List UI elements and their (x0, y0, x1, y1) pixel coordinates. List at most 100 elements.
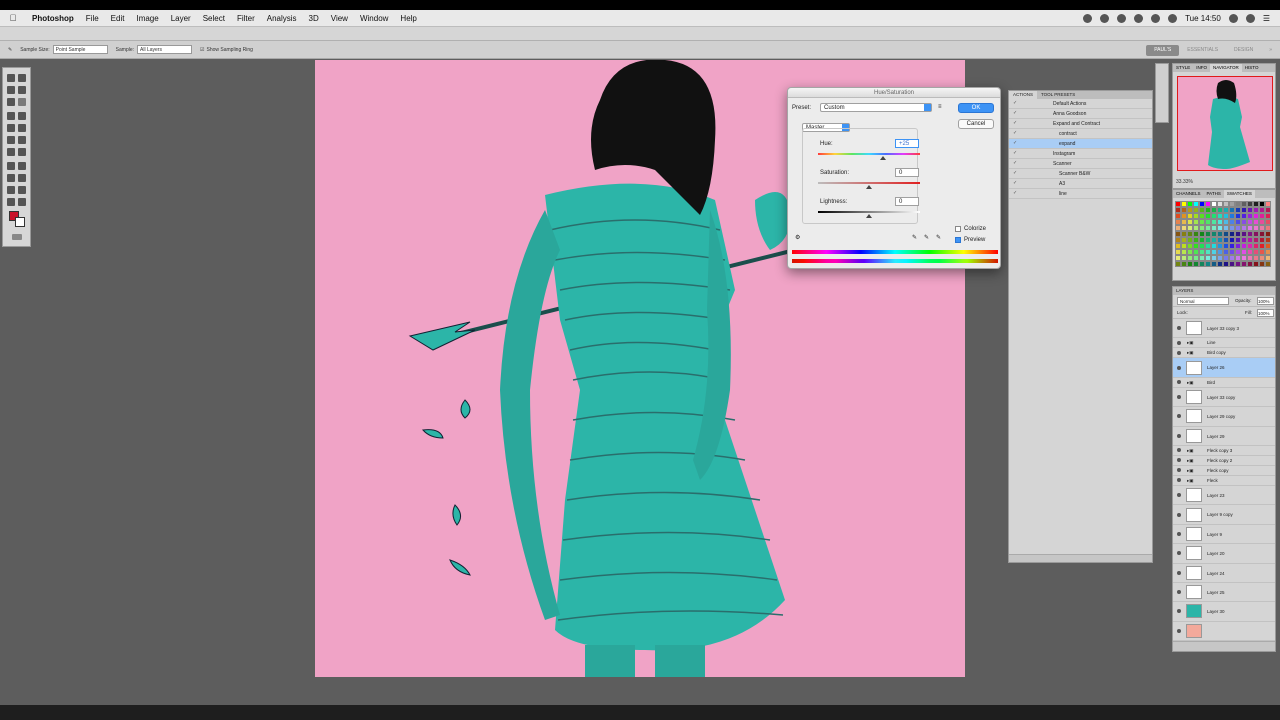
brush-tool-icon[interactable] (18, 112, 26, 120)
layer-row[interactable]: Layer 33 copy 3 (1173, 319, 1275, 339)
tab-navigator[interactable]: NAVIGATOR (1210, 64, 1242, 72)
record-icon[interactable] (1083, 13, 1093, 23)
navigator-zoom[interactable]: 33.33% (1176, 179, 1193, 185)
menu-layer[interactable]: Layer (165, 14, 197, 23)
check-icon[interactable]: ✓ (1013, 161, 1018, 166)
sample-select[interactable]: All Layers (137, 45, 193, 54)
tab-histogram[interactable]: HISTO (1242, 64, 1262, 72)
volume-icon[interactable] (1151, 13, 1161, 23)
workspace-pauls[interactable]: PAUL'S (1146, 44, 1180, 56)
layer-thumbnail[interactable] (1186, 488, 1202, 503)
check-icon[interactable]: ✓ (1013, 101, 1018, 106)
hue-slider[interactable] (818, 153, 920, 155)
layer-thumbnail[interactable] (1186, 546, 1202, 561)
layer-row[interactable]: Layer 33 copy (1173, 388, 1275, 408)
menu-analysis[interactable]: Analysis (261, 14, 303, 23)
folder-icon[interactable]: ▸▣ (1187, 338, 1194, 348)
check-icon[interactable]: ✓ (1013, 191, 1018, 196)
tab-info[interactable]: INFO (1193, 64, 1210, 72)
check-icon[interactable]: ✓ (1013, 141, 1018, 146)
tab-tool-presets[interactable]: TOOL PRESETS (1037, 91, 1079, 99)
check-icon[interactable]: ✓ (1013, 131, 1018, 136)
preset-options-icon[interactable]: ≡ (938, 104, 942, 110)
layer-thumbnail[interactable] (1186, 585, 1202, 600)
menu-view[interactable]: View (325, 14, 354, 23)
visibility-eye-icon[interactable] (1177, 551, 1181, 556)
visibility-eye-icon[interactable] (1177, 478, 1181, 483)
ok-button[interactable]: OK (958, 103, 994, 113)
marquee-tool-icon[interactable] (7, 74, 15, 82)
gradient-tool-icon[interactable] (18, 136, 26, 144)
layer-thumbnail[interactable] (1186, 507, 1202, 522)
3d-rotate-icon[interactable] (7, 186, 15, 194)
action-row[interactable]: ✓ Anna Goodson (1009, 109, 1152, 119)
visibility-eye-icon[interactable] (1177, 493, 1181, 498)
type-tool-icon[interactable] (18, 162, 26, 170)
workspace-essentials[interactable]: ESSENTIALS (1179, 47, 1226, 53)
folder-icon[interactable]: ▸▣ (1187, 476, 1194, 486)
eyedropper-minus-icon[interactable]: ✎ (936, 234, 941, 241)
folder-icon[interactable]: ▸▣ (1187, 348, 1194, 358)
visibility-eye-icon[interactable] (1177, 531, 1181, 536)
quick-mask-icon[interactable] (12, 234, 22, 240)
spotlight-icon[interactable] (1245, 13, 1255, 23)
visibility-eye-icon[interactable] (1177, 365, 1181, 370)
pen-tool-icon[interactable] (7, 162, 15, 170)
tab-swatches[interactable]: SWATCHES (1223, 190, 1255, 198)
dropbox-icon[interactable] (1100, 13, 1110, 23)
visibility-eye-icon[interactable] (1177, 326, 1181, 331)
lightness-slider-thumb[interactable] (866, 214, 872, 218)
menu-select[interactable]: Select (197, 14, 231, 23)
menu-file[interactable]: File (80, 14, 105, 23)
check-icon[interactable]: ✓ (1013, 121, 1018, 126)
check-icon[interactable]: ✓ (1013, 111, 1018, 116)
tab-style[interactable]: STYLE (1173, 64, 1193, 72)
eyedropper-icon[interactable]: ✎ (8, 47, 12, 53)
apple-icon[interactable]:  (0, 13, 26, 23)
bluetooth-icon[interactable] (1117, 13, 1127, 23)
layer-thumbnail[interactable] (1186, 565, 1202, 580)
blend-mode-select[interactable]: Normal (1177, 297, 1229, 305)
visibility-eye-icon[interactable] (1177, 468, 1181, 473)
layer-row[interactable]: ▸▣ Bird (1173, 378, 1275, 388)
action-row[interactable]: ✓ Scanner B&W (1009, 169, 1152, 179)
layer-thumbnail[interactable] (1186, 623, 1202, 638)
visibility-eye-icon[interactable] (1177, 609, 1181, 614)
check-icon[interactable]: ✓ (1013, 181, 1018, 186)
blur-tool-icon[interactable] (7, 148, 15, 156)
crop-tool-icon[interactable] (7, 98, 15, 106)
layer-row[interactable]: Layer 30 (1173, 602, 1275, 622)
visibility-eye-icon[interactable] (1177, 380, 1181, 385)
saturation-slider-thumb[interactable] (866, 185, 872, 189)
layer-thumbnail[interactable] (1186, 428, 1202, 443)
layer-row[interactable]: Layer 29 (1173, 427, 1275, 446)
layer-row[interactable]: Layer 20 (1173, 544, 1275, 564)
layer-row[interactable]: Layer 9 (1173, 525, 1275, 545)
3d-orbit-icon[interactable] (18, 186, 26, 194)
fill-input[interactable]: 100% (1257, 309, 1274, 317)
visibility-eye-icon[interactable] (1177, 512, 1181, 517)
action-row[interactable]: ✓ Expand and Contract (1009, 119, 1152, 129)
menu-3d[interactable]: 3D (303, 14, 325, 23)
more-workspaces-icon[interactable]: » (1261, 47, 1280, 53)
dodge-tool-icon[interactable] (18, 148, 26, 156)
clone-stamp-icon[interactable] (7, 124, 15, 132)
path-select-icon[interactable] (7, 174, 15, 182)
swatch-grid[interactable] (1175, 201, 1271, 271)
background-color-swatch[interactable] (15, 217, 25, 227)
hue-input[interactable]: +25 (895, 139, 919, 148)
healing-brush-icon[interactable] (7, 112, 15, 120)
layer-row[interactable]: ▸▣ Fleck copy 2 (1173, 456, 1275, 466)
layers-tab[interactable]: LAYERS (1173, 287, 1275, 295)
hue-slider-thumb[interactable] (880, 156, 886, 160)
action-row[interactable]: ✓ Instagram (1009, 149, 1152, 159)
workspace-design[interactable]: DESIGN (1226, 47, 1261, 53)
navigator-thumbnail[interactable] (1177, 76, 1273, 171)
layer-thumbnail[interactable] (1186, 409, 1202, 424)
visibility-eye-icon[interactable] (1177, 394, 1181, 399)
lightness-slider[interactable] (818, 211, 920, 213)
dialog-title[interactable]: Hue/Saturation (788, 88, 1000, 98)
menu-filter[interactable]: Filter (231, 14, 261, 23)
layer-thumbnail[interactable] (1186, 526, 1202, 541)
folder-icon[interactable]: ▸▣ (1187, 446, 1194, 456)
